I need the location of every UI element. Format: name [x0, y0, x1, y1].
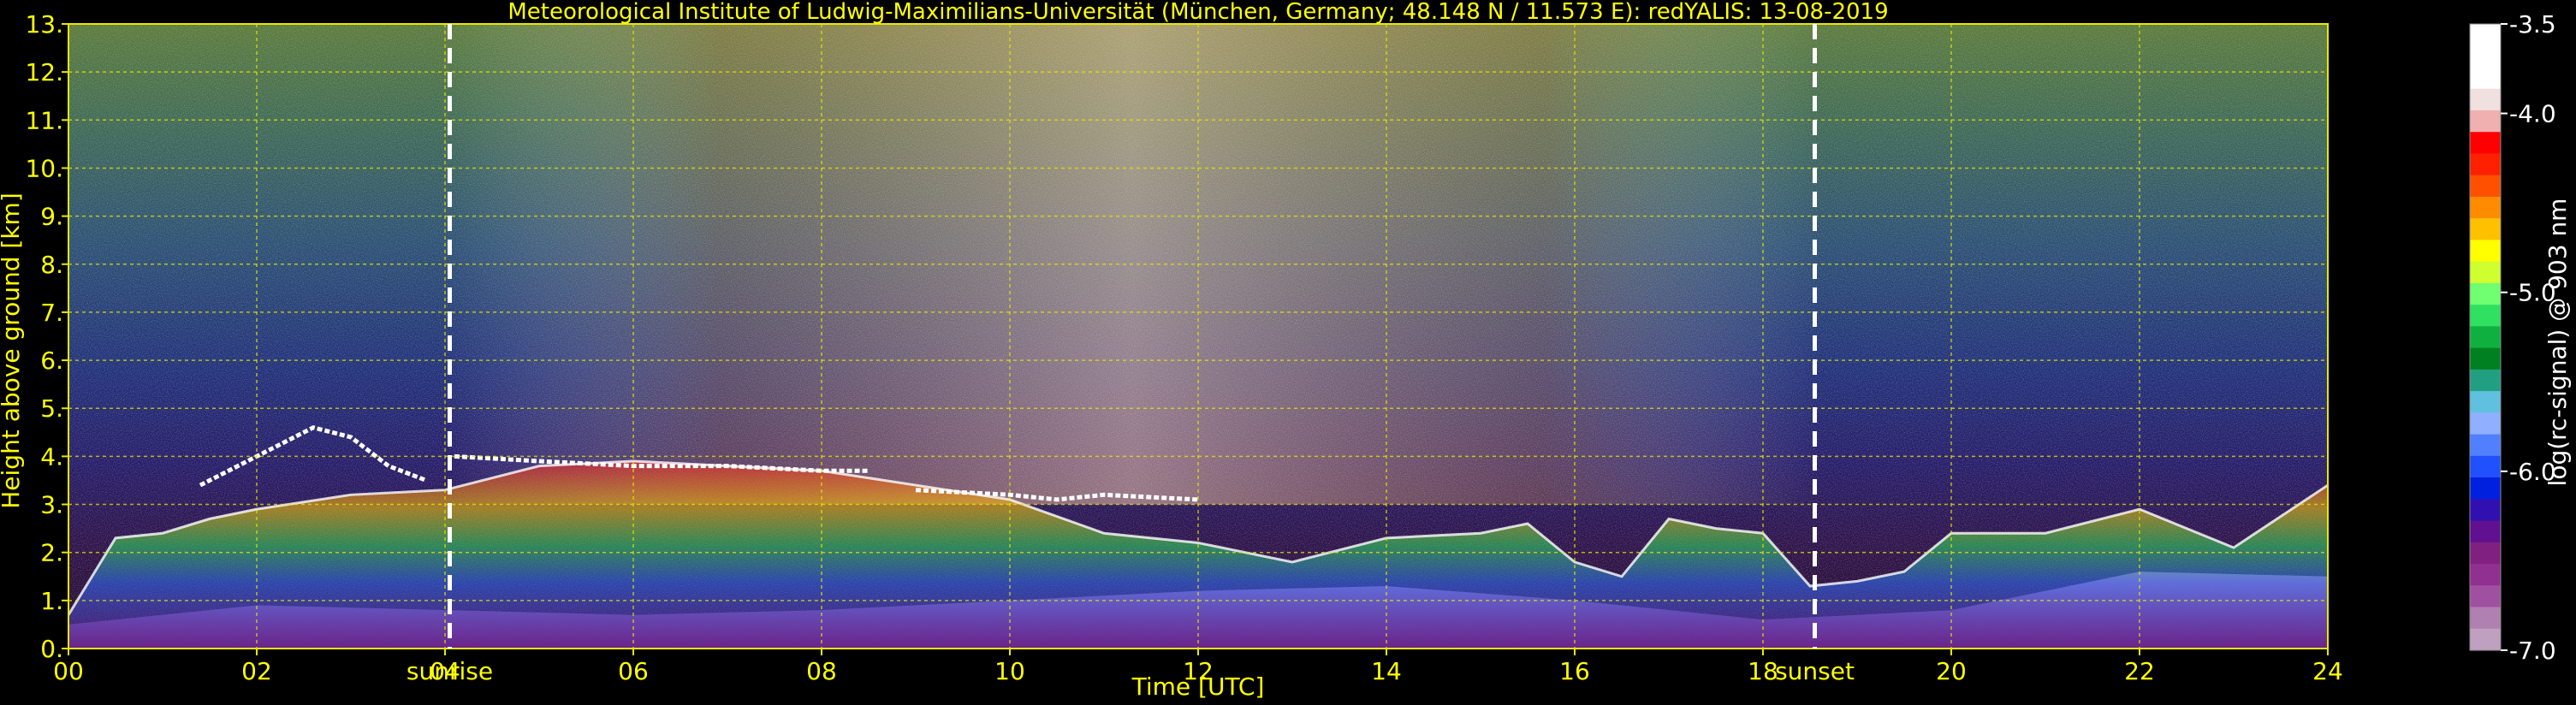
colorbar-segment: [2470, 434, 2501, 457]
colorbar-segment: [2470, 67, 2501, 90]
colorbar-segment: [2470, 369, 2501, 392]
colorbar-segment: [2470, 110, 2501, 133]
y-tick-label: 9.: [40, 203, 63, 231]
y-axis-label: Height above ground [km]: [0, 193, 25, 509]
y-tick-label: 12.: [25, 58, 63, 86]
x-tick-label: 24: [2312, 657, 2343, 685]
plot-area: [67, 24, 2329, 649]
colorbar-segment: [2470, 499, 2501, 522]
y-tick-label: 11.: [25, 106, 63, 134]
y-tick-label: 0.: [40, 635, 63, 663]
lidar-chart: 00 02 04 06 08 10 12 14 16 18 20 22 24 0.1.2.3.4.5.6…: [0, 0, 2572, 701]
sunset-label: sunset: [1775, 657, 1855, 685]
y-tick-label: 3.: [40, 491, 63, 519]
y-tick-label: 2.: [40, 539, 63, 567]
colorbar-segment: [2470, 261, 2501, 284]
colorbar-segment: [2470, 45, 2501, 68]
colorbar-segment: [2470, 564, 2501, 586]
colorbar-segment: [2470, 477, 2501, 500]
colorbar-tick-label: -7.0: [2509, 637, 2556, 665]
x-tick-label: 16: [1559, 657, 1590, 685]
x-tick-label: 06: [618, 657, 649, 685]
y-tick-label: 10.: [25, 154, 63, 182]
colorbar-segment: [2470, 218, 2501, 241]
colorbar-segment: [2470, 607, 2501, 630]
colorbar-segment: [2470, 175, 2501, 198]
colorbar-segment: [2470, 391, 2501, 413]
x-tick-label: 22: [2124, 657, 2155, 685]
y-tick-label: 8.: [40, 251, 63, 279]
colorbar-segment: [2470, 305, 2501, 327]
x-axis-label: Time [UTC]: [1131, 672, 1265, 701]
y-tick-label: 5.: [40, 394, 63, 423]
sunrise-label: sunrise: [407, 657, 493, 685]
y-tick-label: 1.: [40, 587, 63, 615]
colorbar-segment: [2470, 585, 2501, 608]
chart-title: Meteorological Institute of Ludwig-Maxim…: [507, 0, 1888, 25]
colorbar-segment: [2470, 326, 2501, 349]
colorbar-segment: [2470, 282, 2501, 305]
y-tick-label: 4.: [40, 442, 63, 471]
colorbar-segment: [2470, 455, 2501, 478]
colorbar-label: log(rc-signal) @ 903 nm: [2543, 198, 2572, 487]
colorbar-segment: [2470, 153, 2501, 176]
colorbar-segment: [2470, 240, 2501, 263]
colorbar-tick-label: -3.5: [2509, 10, 2556, 39]
colorbar-segment: [2470, 132, 2501, 155]
colorbar-segment: [2470, 628, 2501, 651]
y-tick-label: 7.: [40, 299, 63, 327]
y-axis-ticks: 0. 1. 2. 3. 4. 5. 6. 7. 8. 9. 10. 11. 12. 13.: [25, 10, 68, 663]
colorbar-segment: [2470, 347, 2501, 370]
colorbar-tick-label: -4.0: [2509, 100, 2556, 128]
y-tick-label: 6.: [40, 347, 63, 375]
x-tick-label: 18: [1748, 657, 1778, 685]
y-tick-label: 13.: [25, 10, 63, 39]
colorbar-segment: [2470, 412, 2501, 435]
colorbar-segment: [2470, 88, 2501, 111]
colorbar-segment: [2470, 24, 2501, 46]
colorbar-segment: [2470, 520, 2501, 543]
x-tick-label: 20: [1936, 657, 1967, 685]
x-tick-label: 10: [994, 657, 1025, 685]
colorbar-segment: [2470, 196, 2501, 219]
x-tick-label: 02: [241, 657, 272, 685]
x-tick-label: 08: [806, 657, 837, 685]
colorbar-segment: [2470, 542, 2501, 565]
x-tick-label: 14: [1371, 657, 1402, 685]
